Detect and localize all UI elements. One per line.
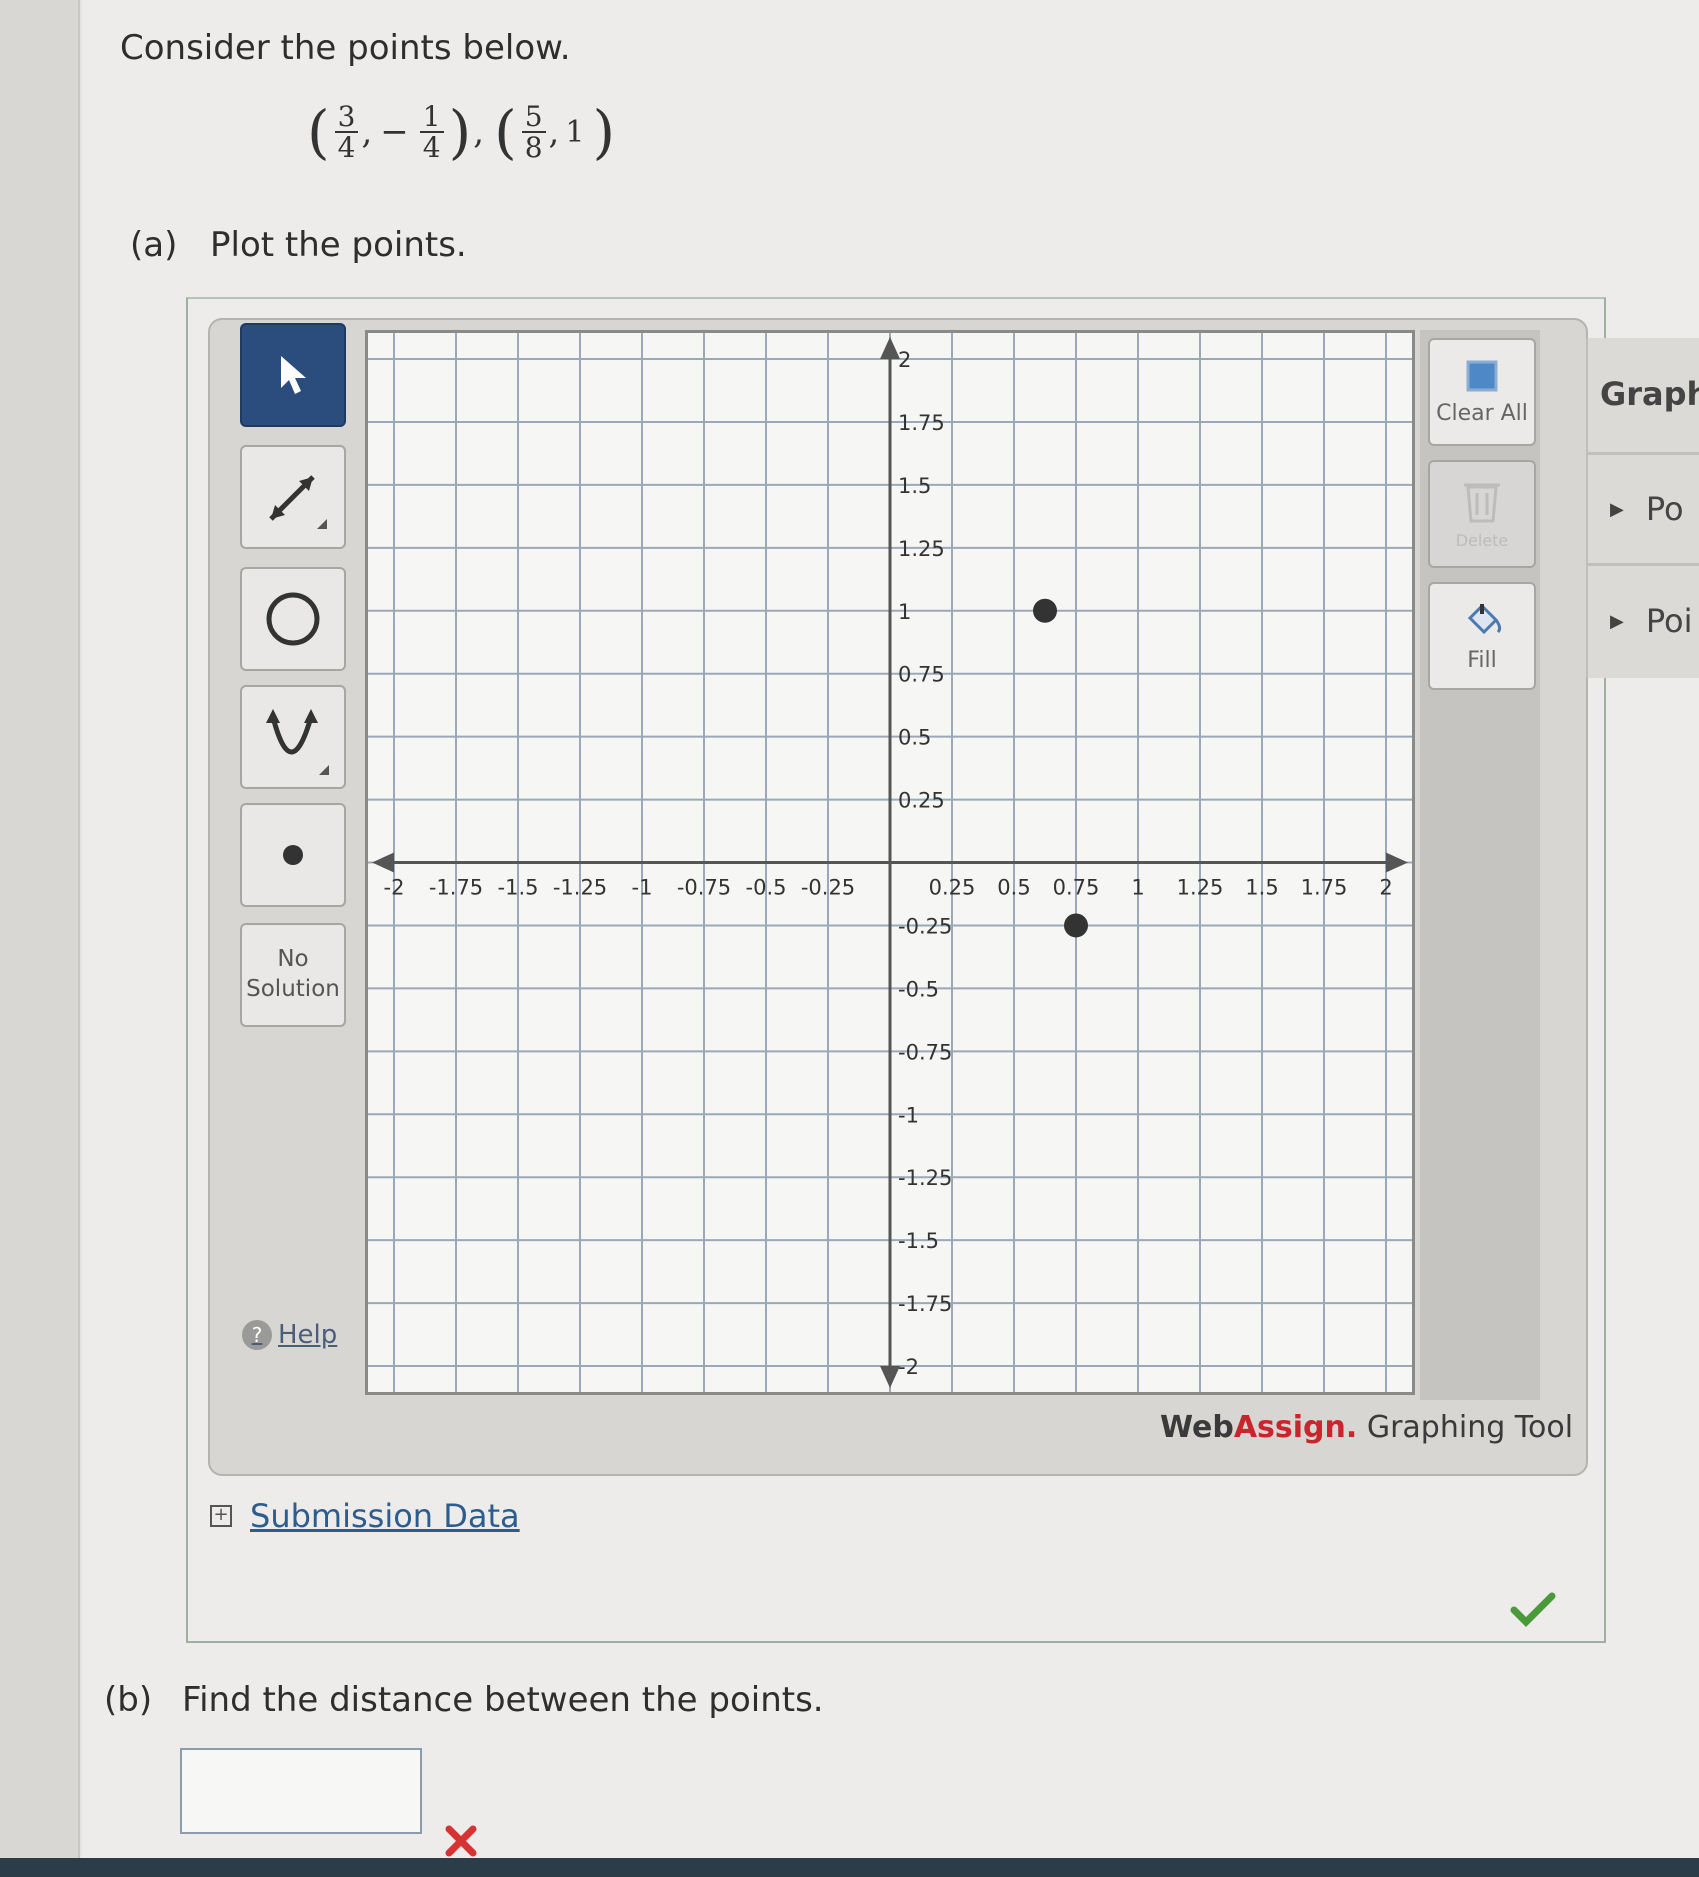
- question-prompt: Consider the points below.: [120, 28, 571, 68]
- x-tick-label: 1.25: [1177, 876, 1224, 900]
- x-tick-label: -1.75: [429, 876, 483, 900]
- help-link[interactable]: ? Help: [242, 1320, 337, 1350]
- x-tick-label: -1: [632, 876, 653, 900]
- part-b-text: Find the distance between the points.: [182, 1680, 824, 1720]
- grid-canvas[interactable]: -2 -1.75 -1.5 -1.25 -1 -0.75 -0.5 -0.25 0.25 0.5 0…: [368, 333, 1412, 1392]
- y-tick-label: -0.5: [898, 977, 939, 1001]
- y-tick-label: 0.75: [898, 663, 945, 687]
- line-tool-button[interactable]: [240, 445, 346, 549]
- y-axis-up-arrow: [880, 337, 900, 359]
- y-tick-label: 1.25: [898, 537, 945, 561]
- x-tick-label: 0.75: [1053, 876, 1100, 900]
- x-tick-label: 0.5: [997, 876, 1030, 900]
- part-a-text: Plot the points.: [210, 225, 467, 265]
- y-tick-label: -1: [898, 1103, 919, 1127]
- y-tick-label: 2: [898, 348, 911, 372]
- x-tick-label: 1: [1131, 876, 1144, 900]
- graph-panel-item-1[interactable]: ▶ Po: [1610, 490, 1684, 528]
- x-axis-left-arrow: [372, 852, 394, 873]
- circle-icon: [266, 592, 320, 646]
- y-tick-label: 0.5: [898, 726, 931, 750]
- clear-all-icon: [1466, 360, 1498, 391]
- y-tick-label: -2: [898, 1355, 919, 1379]
- x-tick-label: -2: [384, 876, 405, 900]
- bottom-taskbar-strip: [0, 1858, 1699, 1877]
- expand-triangle-icon: ▶: [1610, 610, 1624, 632]
- parabola-tool-button[interactable]: [240, 685, 346, 789]
- y-tick-label: 1: [898, 600, 911, 624]
- x-tick-label: -0.25: [801, 876, 855, 900]
- p2-x-fraction: 58: [521, 102, 546, 163]
- graph-panel-title: Graph: [1600, 375, 1699, 413]
- point-tool-button[interactable]: [240, 803, 346, 907]
- x-tick-label: -1.5: [498, 876, 539, 900]
- x-tick-label: 1.5: [1245, 876, 1278, 900]
- x-tick-label: 0.25: [929, 876, 976, 900]
- fill-button[interactable]: Fill: [1428, 582, 1536, 690]
- y-tick-label: -0.25: [898, 914, 952, 938]
- incorrect-x-icon: [445, 1825, 477, 1857]
- y-tick-label: -1.25: [898, 1166, 952, 1190]
- expand-plus-icon: +: [210, 1505, 232, 1527]
- correct-checkmark-icon: [1510, 1592, 1556, 1627]
- y-tick-label: -1.75: [898, 1292, 952, 1316]
- clear-all-button[interactable]: Clear All: [1428, 338, 1536, 446]
- plotted-point: [1033, 598, 1057, 623]
- paint-bucket-icon: [1467, 603, 1502, 634]
- part-b-label: (b): [104, 1680, 153, 1720]
- trash-icon: [1464, 483, 1500, 522]
- webassign-graphing-tool-label: WebAssign. Graphing Tool: [1160, 1410, 1574, 1445]
- x-tick-label: -0.75: [677, 876, 731, 900]
- plotted-point: [1064, 913, 1088, 938]
- help-question-icon: ?: [242, 1320, 272, 1350]
- x-tick-label: -1.25: [553, 876, 607, 900]
- right-toolbar: Clear All Delete Fill: [1420, 330, 1540, 1400]
- line-segment-icon: [269, 475, 327, 529]
- x-tick-label: -0.5: [746, 876, 787, 900]
- y-tick-label: -0.75: [898, 1040, 952, 1064]
- y-axis-down-arrow: [880, 1366, 900, 1388]
- left-margin-bar: [0, 0, 80, 1877]
- y-tick-label: 0.25: [898, 789, 945, 813]
- delete-button: Delete: [1428, 460, 1536, 568]
- drawing-toolbar: No Solution: [232, 323, 352, 1363]
- arrow-cursor-icon: [281, 356, 306, 394]
- p1-x-fraction: 34: [334, 102, 359, 163]
- y-tick-label: -1.5: [898, 1229, 939, 1253]
- parabola-icon: [266, 709, 329, 775]
- coordinate-grid[interactable]: -2 -1.75 -1.5 -1.25 -1 -0.75 -0.5 -0.25 0.25 0.5 0…: [365, 330, 1415, 1395]
- y-tick-label: 1.75: [898, 411, 945, 435]
- part-a-label: (a): [130, 225, 178, 265]
- select-tool-button[interactable]: [240, 323, 346, 427]
- points-expression: ( 34 , − 14 ) , ( 58 , 1 ): [307, 98, 616, 167]
- x-axis-right-arrow: [1386, 852, 1408, 873]
- submission-data-toggle[interactable]: + Submission Data: [210, 1497, 520, 1535]
- no-solution-button[interactable]: No Solution: [240, 923, 346, 1027]
- graph-panel-item-2[interactable]: ▶ Poi: [1610, 602, 1692, 640]
- distance-answer-input[interactable]: [180, 1748, 422, 1834]
- y-tick-label: 1.5: [898, 474, 931, 498]
- circle-tool-button[interactable]: [240, 567, 346, 671]
- expand-triangle-icon: ▶: [1610, 498, 1624, 520]
- x-tick-label: 2: [1379, 876, 1392, 900]
- x-tick-label: 1.75: [1301, 876, 1348, 900]
- p1-y-fraction: 14: [419, 102, 444, 163]
- point-dot-icon: [283, 845, 303, 865]
